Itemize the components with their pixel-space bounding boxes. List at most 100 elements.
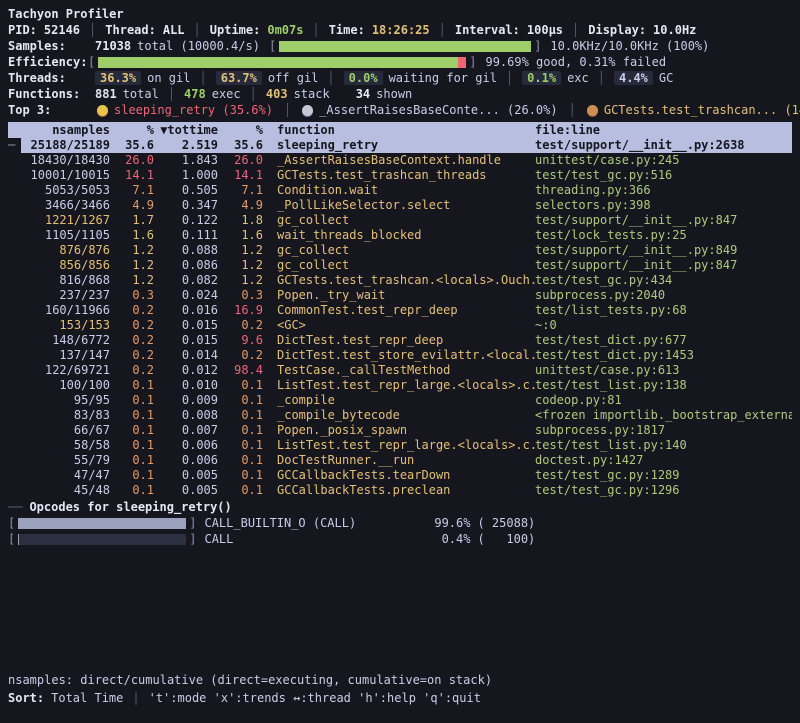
separator: │ [89,23,96,37]
col-nsamples[interactable]: nsamples [22,122,110,138]
bar-right-bracket: ] [469,55,476,69]
col-direct-pct[interactable]: % [110,122,154,138]
cell-direct-pct: 0.1 [110,393,154,408]
cell-tottime: 1.843 [154,153,218,168]
cell-file-line: subprocess.py:2040 [535,288,792,303]
cell-file-line: test/lock_tests.py:25 [535,228,792,243]
opcode-bar-fill [18,534,19,545]
table-row[interactable]: 83/830.10.0080.1_compile_bytecode<frozen… [8,408,792,423]
table-row[interactable]: 47/470.10.0050.1GCCallbackTests.tearDown… [8,468,792,483]
cell-function: GCTests.test_trashcan_threads [263,168,535,183]
table-row[interactable]: 1105/11051.60.1111.6wait_threads_blocked… [8,228,792,243]
cell-cumulative-pct: 0.1 [218,468,263,483]
cell-tottime: 0.005 [154,483,218,498]
cell-nsamples: 45/48 [22,483,110,498]
cell-direct-pct: 1.2 [110,258,154,273]
cell-function: gc_collect [263,258,535,273]
cell-nsamples: 83/83 [22,408,110,423]
thread-value: ALL [163,23,185,37]
table-row[interactable]: 856/8561.20.0861.2gc_collecttest/support… [8,258,792,273]
table-row[interactable]: 3466/34664.90.3474.9_PollLikeSelector.se… [8,198,792,213]
bar-right-bracket: ] [189,532,196,546]
cell-direct-pct: 1.2 [110,273,154,288]
function-table: nsamples % ▼tottime % function file:line… [8,122,792,498]
cell-function: GCCallbackTests.preclean [263,483,535,498]
cell-cumulative-pct: 26.0 [218,153,263,168]
top3-second: _AssertRaisesBaseConte... (26.0%) [319,103,557,117]
cell-file-line: test/test_gc.py:1296 [535,483,792,498]
cell-file-line: ~:0 [535,318,792,333]
spacer [8,547,792,671]
table-row[interactable]: 45/480.10.0050.1GCCallbackTests.preclean… [8,483,792,498]
table-row[interactable]: 816/8681.20.0821.2GCTests.test_trashcan.… [8,273,792,288]
table-row[interactable]: 237/2370.30.0240.3Popen._try_waitsubproc… [8,288,792,303]
table-row[interactable]: 58/580.10.0060.1ListTest.test_repr_large… [8,438,792,453]
cell-nsamples: 66/67 [22,423,110,438]
samples-rate-bar-fill [279,41,531,52]
separator: │ [312,23,319,37]
cell-direct-pct: 0.2 [110,333,154,348]
separator: │ [569,103,576,117]
cell-file-line: test/test_dict.py:677 [535,333,792,348]
cell-direct-pct: 1.6 [110,228,154,243]
cell-tottime: 0.015 [154,333,218,348]
opcode-row: []CALL0.4%( 100) [8,531,792,547]
table-row[interactable]: 876/8761.20.0881.2gc_collecttest/support… [8,243,792,258]
efficiency-bar-failed-fill [458,57,466,68]
functions-stack-value: 403 [266,87,288,101]
thread-stat-value: 36.3% [95,71,141,85]
table-row[interactable]: 137/1470.20.0140.2DictTest.test_store_ev… [8,348,792,363]
separator: │ [572,23,579,37]
bar-left-bracket: [ [88,55,95,69]
table-header[interactable]: nsamples % ▼tottime % function file:line [8,122,792,138]
table-row[interactable]: 95/950.10.0090.1_compilecodeop.py:81 [8,393,792,408]
table-row[interactable]: 55/790.10.0060.1DocTestRunner.__rundocte… [8,453,792,468]
col-file-line[interactable]: file:line [535,122,792,138]
table-row[interactable]: ─25188/2518935.62.51935.6sleeping_retryt… [8,138,792,153]
cell-file-line: test/support/__init__.py:847 [535,213,792,228]
table-row[interactable]: 1221/12671.70.1221.8gc_collecttest/suppo… [8,213,792,228]
bar-left-bracket: [ [8,532,15,546]
table-row[interactable]: 18430/1843026.01.84326.0_AssertRaisesBas… [8,153,792,168]
opcode-percent: 99.6% [426,516,470,530]
cell-direct-pct: 0.2 [110,318,154,333]
opcode-percent: 0.4% [426,532,470,546]
cell-cumulative-pct: 9.6 [218,333,263,348]
gold-medal-icon [97,105,108,116]
cell-tottime: 0.014 [154,348,218,363]
col-function[interactable]: function [263,122,535,138]
table-row[interactable]: 160/119660.20.01616.9CommonTest.test_rep… [8,303,792,318]
cell-direct-pct: 0.2 [110,363,154,378]
opcode-row: []CALL_BUILTIN_O (CALL)99.6%( 25088) [8,515,792,531]
col-tottime-sorted[interactable]: ▼tottime [154,122,218,138]
table-row[interactable]: 5053/50537.10.5057.1Condition.waitthread… [8,183,792,198]
cell-nsamples: 55/79 [22,453,110,468]
cell-file-line: selectors.py:398 [535,198,792,213]
table-row[interactable]: 10001/1001514.11.00014.1GCTests.test_tra… [8,168,792,183]
table-row[interactable]: 148/67720.20.0159.6DictTest.test_repr_de… [8,333,792,348]
opcode-bar [18,534,186,545]
table-row[interactable]: 153/1530.20.0150.2<GC>~:0 [8,318,792,333]
thread-stat-value: 4.4% [614,71,653,85]
display-value: 10.0Hz [653,23,696,37]
functions-exec-value: 478 [184,87,206,101]
table-row[interactable]: 100/1000.10.0100.1ListTest.test_repr_lar… [8,378,792,393]
col-cumulative-pct[interactable]: % [218,122,263,138]
cell-function: Popen._posix_spawn [263,423,535,438]
bronze-medal-icon [587,105,598,116]
cell-cumulative-pct: 0.1 [218,483,263,498]
table-row[interactable]: 122/697210.20.01298.4TestCase._callTestM… [8,363,792,378]
thread-stat-value: 63.7% [216,71,262,85]
interval-label: Interval: [455,23,520,37]
thread-stat-label: on gil [147,71,190,85]
cell-cumulative-pct: 1.2 [218,243,263,258]
cell-function: _PollLikeSelector.select [263,198,535,213]
help-keys: 't':mode 'x':trends ↔:thread 'h':help 'q… [149,691,481,705]
samples-rate: 10.0KHz/10.0KHz (100%) [550,39,709,53]
cell-function: gc_collect [263,213,535,228]
cell-nsamples: 18430/18430 [22,153,110,168]
cell-tottime: 1.000 [154,168,218,183]
table-row[interactable]: 66/670.10.0070.1Popen._posix_spawnsubpro… [8,423,792,438]
separator: │ [284,103,291,117]
cell-tottime: 2.519 [154,138,218,153]
